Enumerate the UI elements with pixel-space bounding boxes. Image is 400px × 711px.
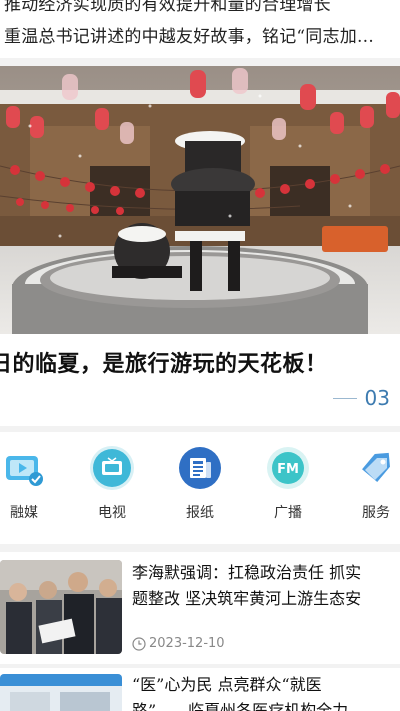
news-thumbnail xyxy=(0,674,122,711)
banner-image[interactable] xyxy=(0,66,400,334)
category-bar: 融媒 电视 报纸 FM 广播 服务 xyxy=(0,432,400,544)
news-date: 2023-12-10 xyxy=(132,636,225,651)
headline-item[interactable]: 重温总书记讲述的中越友好故事，铭记“同志加… xyxy=(4,22,374,47)
pager-divider xyxy=(332,397,357,399)
category-service[interactable]: 服务 xyxy=(346,446,400,522)
news-title-line[interactable]: 李海默强调：扛稳政治责任 抓实 xyxy=(132,560,400,586)
headline-ticker[interactable]: 推动经济实现质的有效提升和量的合理增长 重温总书记讲述的中越友好故事，铭记“同志… xyxy=(0,0,400,58)
category-label: 服务 xyxy=(362,505,390,521)
service-tag-icon xyxy=(354,446,398,490)
category-media[interactable]: 融媒 xyxy=(0,446,54,522)
newspaper-icon xyxy=(178,446,222,490)
banner-title[interactable]: 日的临夏，是旅行游玩的天花板！ xyxy=(0,346,328,378)
app-home-screen: 推动经济实现质的有效提升和量的合理增长 重温总书记讲述的中越友好故事，铭记“同志… xyxy=(0,0,400,711)
category-label: 电视 xyxy=(98,505,126,521)
news-thumbnail xyxy=(0,560,122,654)
clock-icon xyxy=(132,636,146,651)
svg-text:FM: FM xyxy=(277,462,299,477)
fm-radio-icon: FM xyxy=(266,446,310,490)
banner-caption[interactable]: 日的临夏，是旅行游玩的天花板！ 03 xyxy=(0,334,400,426)
news-date-text: 2023-12-10 xyxy=(149,636,225,651)
headline-item[interactable]: 推动经济实现质的有效提升和量的合理增长 xyxy=(4,0,331,15)
news-title[interactable]: “医”心为民 点亮群众“就医 路”——临夏州各医疗机构全力… xyxy=(132,672,400,711)
category-tv[interactable]: 电视 xyxy=(82,446,142,522)
news-title-line[interactable]: 题整改 坚决筑牢黄河上游生态安 xyxy=(132,586,400,612)
category-label: 广播 xyxy=(274,505,302,521)
category-label: 报纸 xyxy=(186,505,214,521)
category-label: 融媒 xyxy=(10,505,38,521)
news-list-item[interactable]: “医”心为民 点亮群众“就医 路”——临夏州各医疗机构全力… xyxy=(0,668,400,711)
category-newspaper[interactable]: 报纸 xyxy=(170,446,230,522)
news-list-item[interactable]: 李海默强调：扛稳政治责任 抓实 题整改 坚决筑牢黄河上游生态安 2023-12-… xyxy=(0,552,400,664)
news-title-line[interactable]: 路”——临夏州各医疗机构全力… xyxy=(132,698,400,711)
media-icon xyxy=(2,446,46,490)
pager-number: 03 xyxy=(364,386,390,410)
news-title[interactable]: 李海默强调：扛稳政治责任 抓实 题整改 坚决筑牢黄河上游生态安 xyxy=(132,560,400,612)
banner-pager: 03 xyxy=(332,386,390,410)
category-radio[interactable]: FM 广播 xyxy=(258,446,318,522)
tv-icon xyxy=(90,446,134,490)
news-title-line[interactable]: “医”心为民 点亮群众“就医 xyxy=(132,672,400,698)
